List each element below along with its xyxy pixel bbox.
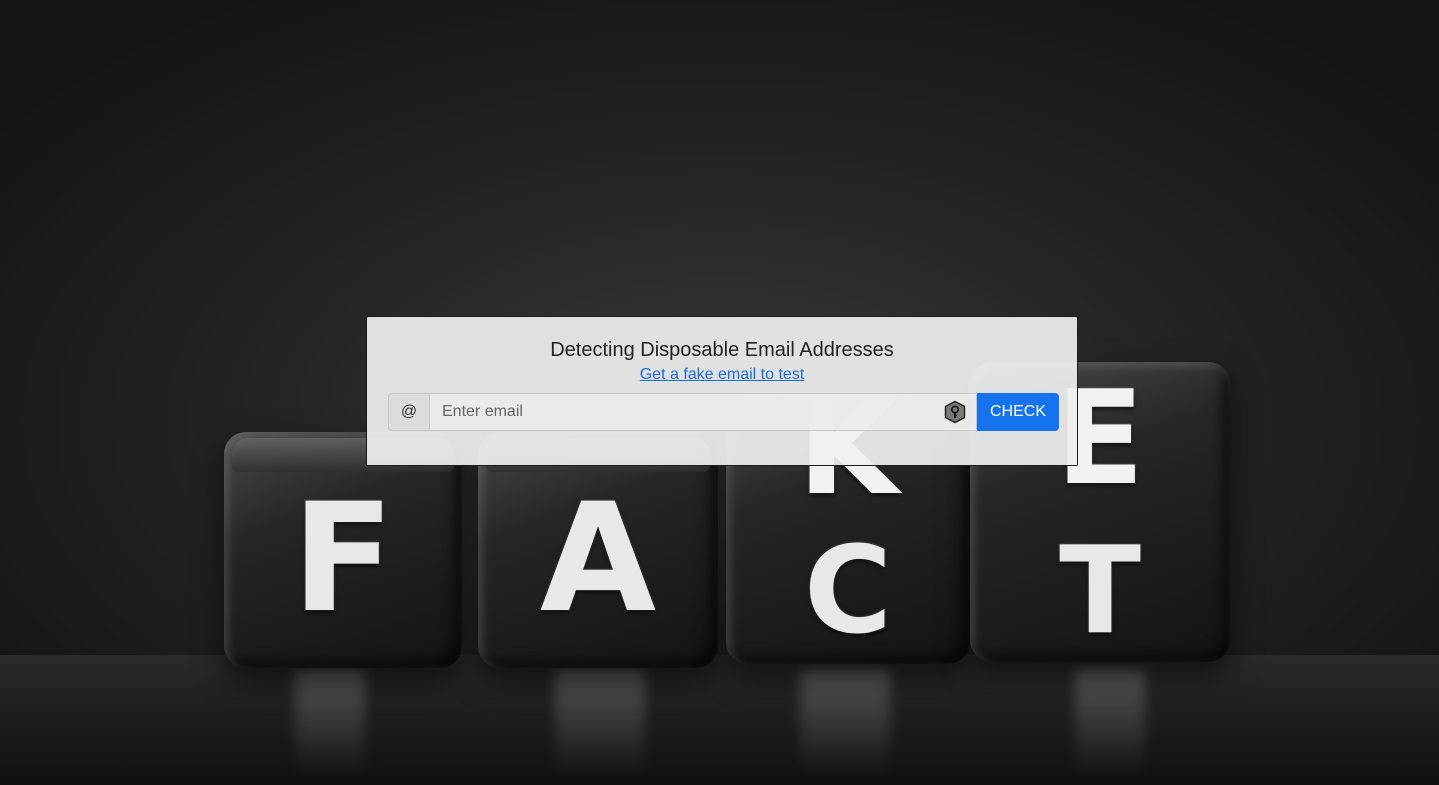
die-letter: C [803,522,893,661]
die-reflection [555,668,645,778]
email-field-wrap [429,393,977,431]
fake-email-link[interactable]: Get a fake email to test [640,366,805,383]
die-letter: F [291,472,395,646]
card-title: Detecting Disposable Email Addresses [550,339,894,361]
die-reflection [295,668,365,778]
fake-email-link-wrap: Get a fake email to test [367,366,1077,384]
die-letter: T [1059,522,1141,661]
key-hexagon-icon[interactable] [943,400,967,424]
check-button[interactable]: CHECK [977,393,1059,431]
die-reflection [1075,668,1145,778]
email-input[interactable] [429,393,977,431]
email-input-group: @ CHECK [388,393,1059,431]
die-f: F [224,432,462,668]
floor [0,655,1439,785]
email-check-card: Detecting Disposable Email Addresses Get… [366,316,1078,466]
die-a: A [478,432,718,668]
die-reflection [800,668,890,778]
at-addon: @ [388,393,429,431]
page-background: F A K C E T Detecting Disposable Email A… [0,0,1439,785]
die-letter: A [539,472,657,646]
